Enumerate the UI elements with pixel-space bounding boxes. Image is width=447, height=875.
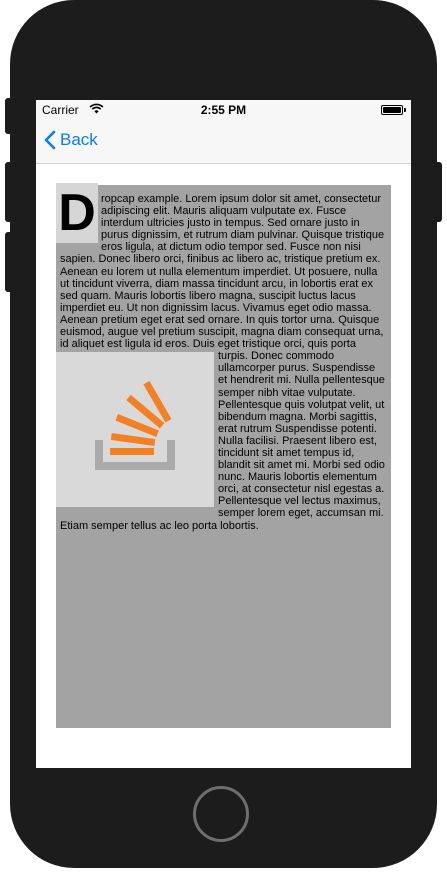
screen: Carrier 2:55 PM Back D ropcap example. L… xyxy=(36,100,411,768)
back-label: Back xyxy=(60,130,98,149)
volume-up-button xyxy=(5,162,13,222)
power-button xyxy=(434,162,442,222)
mute-switch xyxy=(5,98,13,134)
back-button[interactable]: Back xyxy=(44,130,98,150)
navigation-bar: Back xyxy=(36,120,411,164)
chevron-left-icon xyxy=(44,130,56,150)
stackoverflow-logo-icon xyxy=(56,352,214,508)
battery-nub xyxy=(404,108,406,112)
paragraph-part-1: ropcap example. Lorem ipsum dolor sit am… xyxy=(60,193,385,351)
status-bar: Carrier 2:55 PM xyxy=(36,100,411,120)
article-text: D ropcap example. Lorem ipsum dolor sit … xyxy=(56,183,387,532)
dropcap-letter: D xyxy=(56,183,98,243)
battery-icon xyxy=(381,105,403,115)
volume-down-button xyxy=(5,232,13,292)
text-view[interactable]: D ropcap example. Lorem ipsum dolor sit … xyxy=(56,183,391,728)
status-time: 2:55 PM xyxy=(200,103,247,117)
home-button[interactable] xyxy=(193,786,249,842)
